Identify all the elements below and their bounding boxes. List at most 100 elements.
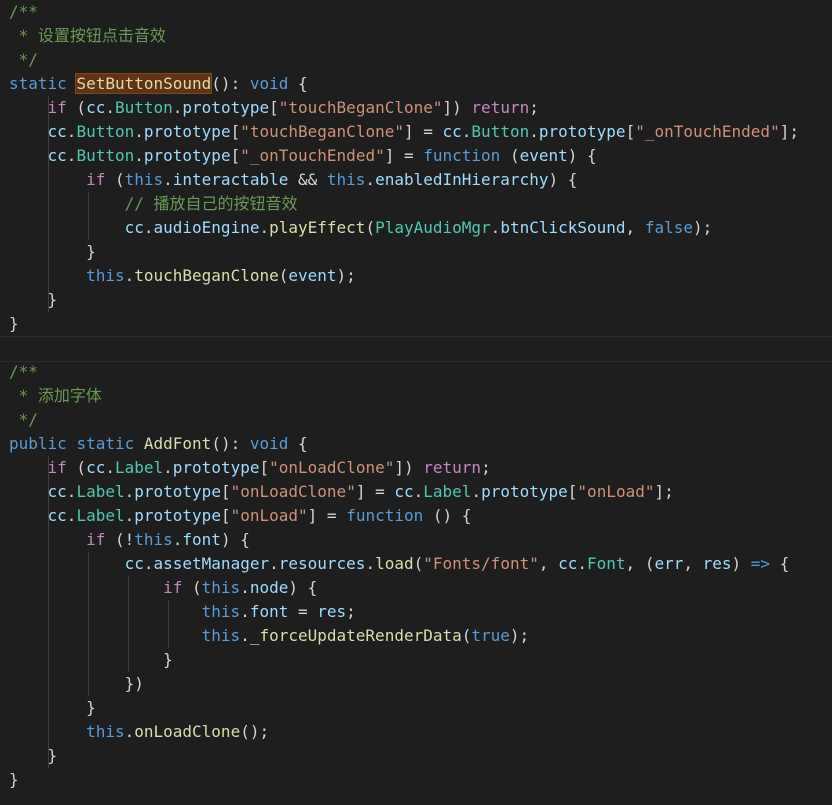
code-token: (! (105, 530, 135, 549)
code-token: cc (442, 122, 462, 141)
code-line[interactable]: // 播放自己的按钮音效 (0, 192, 832, 216)
code-line[interactable]: } (0, 312, 832, 336)
code-token: void (249, 434, 289, 453)
code-token: void (249, 74, 289, 93)
code-token: . (577, 554, 588, 573)
code-line[interactable]: this.touchBeganClone(event); (0, 264, 832, 288)
code-token: => (750, 554, 771, 573)
code-token: */ (9, 410, 38, 429)
code-line[interactable]: * 添加字体 (0, 384, 832, 408)
code-token: . (259, 218, 270, 237)
code-token: true (471, 626, 510, 645)
code-token: playEffect (269, 218, 366, 237)
code-line[interactable]: this.onLoadClone(); (0, 720, 832, 744)
code-line[interactable]: cc.assetManager.resources.load("Fonts/fo… (0, 552, 832, 576)
code-line[interactable]: if (this.interactable && this.enabledInH… (0, 168, 832, 192)
code-line[interactable]: if (cc.Button.prototype["touchBeganClone… (0, 96, 832, 120)
code-line[interactable]: /** (0, 0, 832, 24)
code-token: prototype (134, 482, 221, 501)
code-token: . (529, 122, 539, 141)
code-token: } (9, 746, 58, 765)
code-token: . (66, 482, 77, 501)
code-token: [ (230, 122, 241, 141)
code-token: Button (471, 122, 530, 141)
code-token: /** (9, 362, 38, 381)
code-line[interactable]: this.font = res; (0, 600, 832, 624)
code-line[interactable]: cc.Label.prototype["onLoadClone"] = cc.L… (0, 480, 832, 504)
code-token: false (644, 218, 693, 237)
code-line[interactable]: static SetButtonSound(): void { (0, 72, 832, 96)
code-line[interactable]: } (0, 696, 832, 720)
code-token: Button (114, 98, 173, 117)
code-token: function (346, 506, 424, 525)
code-line[interactable]: /** (0, 360, 832, 384)
code-token: prototype (172, 458, 260, 477)
code-line[interactable]: } (0, 744, 832, 768)
code-line[interactable]: cc.Label.prototype["onLoad"] = function … (0, 504, 832, 528)
code-token: ]) (394, 458, 424, 477)
code-line[interactable]: cc.Button.prototype["_onTouchEnded"] = f… (0, 144, 832, 168)
code-line[interactable]: } (0, 648, 832, 672)
code-editor[interactable]: /** * 设置按钮点击音效 */ static SetButtonSound()… (0, 0, 832, 805)
code-token: this (201, 626, 241, 645)
code-token: this (201, 578, 241, 597)
code-line[interactable]: */ (0, 408, 832, 432)
code-token: . (240, 578, 250, 597)
code-token: "touchBeganClone" (278, 98, 443, 117)
code-token: public (9, 434, 67, 453)
code-line[interactable]: } (0, 240, 832, 264)
code-token: Button (76, 146, 135, 165)
code-token: . (461, 122, 472, 141)
code-line[interactable]: * 设置按钮点击音效 (0, 24, 832, 48)
code-token: this (326, 170, 366, 189)
indent-guide (88, 192, 89, 240)
code-token: , (625, 218, 645, 237)
code-line[interactable]: cc.audioEngine.playEffect(PlayAudioMgr.b… (0, 216, 832, 240)
code-token: cc (394, 482, 414, 501)
code-token: touchBeganClone (134, 266, 279, 285)
code-line[interactable]: cc.Button.prototype["touchBeganClone"] =… (0, 120, 832, 144)
code-token: }) (9, 674, 144, 693)
code-token: return (471, 98, 530, 117)
code-line[interactable]: }) (0, 672, 832, 696)
code-token: prototype (143, 146, 231, 165)
code-line[interactable]: */ (0, 48, 832, 72)
code-token: ( (105, 170, 125, 189)
code-token: ]; (654, 482, 674, 501)
code-line[interactable]: } (0, 288, 832, 312)
code-token: Font (587, 554, 626, 573)
code-token: } (9, 698, 96, 717)
code-token: ] = (355, 482, 395, 501)
code-token: ) { (548, 170, 578, 189)
code-line[interactable]: if (cc.Label.prototype["onLoadClone"]) r… (0, 456, 832, 480)
code-token: cc (47, 506, 67, 525)
code-token: if (47, 458, 67, 477)
code-token: . (163, 458, 173, 477)
code-token: . (143, 554, 154, 573)
code-line[interactable]: if (!this.font) { (0, 528, 832, 552)
code-token: . (124, 506, 135, 525)
code-token: ); (692, 218, 713, 237)
code-line[interactable]: if (this.node) { (0, 576, 832, 600)
code-line[interactable]: this._forceUpdateRenderData(true); (0, 624, 832, 648)
code-token: prototype (481, 482, 568, 501)
code-token: , (683, 554, 703, 573)
code-line[interactable]: } (0, 768, 832, 792)
code-token: ] = (384, 146, 424, 165)
code-token: ; (529, 98, 539, 117)
code-token: . (134, 146, 144, 165)
code-token: */ (9, 50, 38, 69)
code-token: Label (114, 458, 164, 477)
code-token: ( (66, 98, 87, 117)
code-token: res (702, 554, 732, 573)
code-token: prototype (143, 122, 231, 141)
code-token: Label (76, 506, 125, 525)
code-token: . (471, 482, 482, 501)
code-token: [ (220, 506, 231, 525)
code-line[interactable]: public static AddFont(): void { (0, 432, 832, 456)
